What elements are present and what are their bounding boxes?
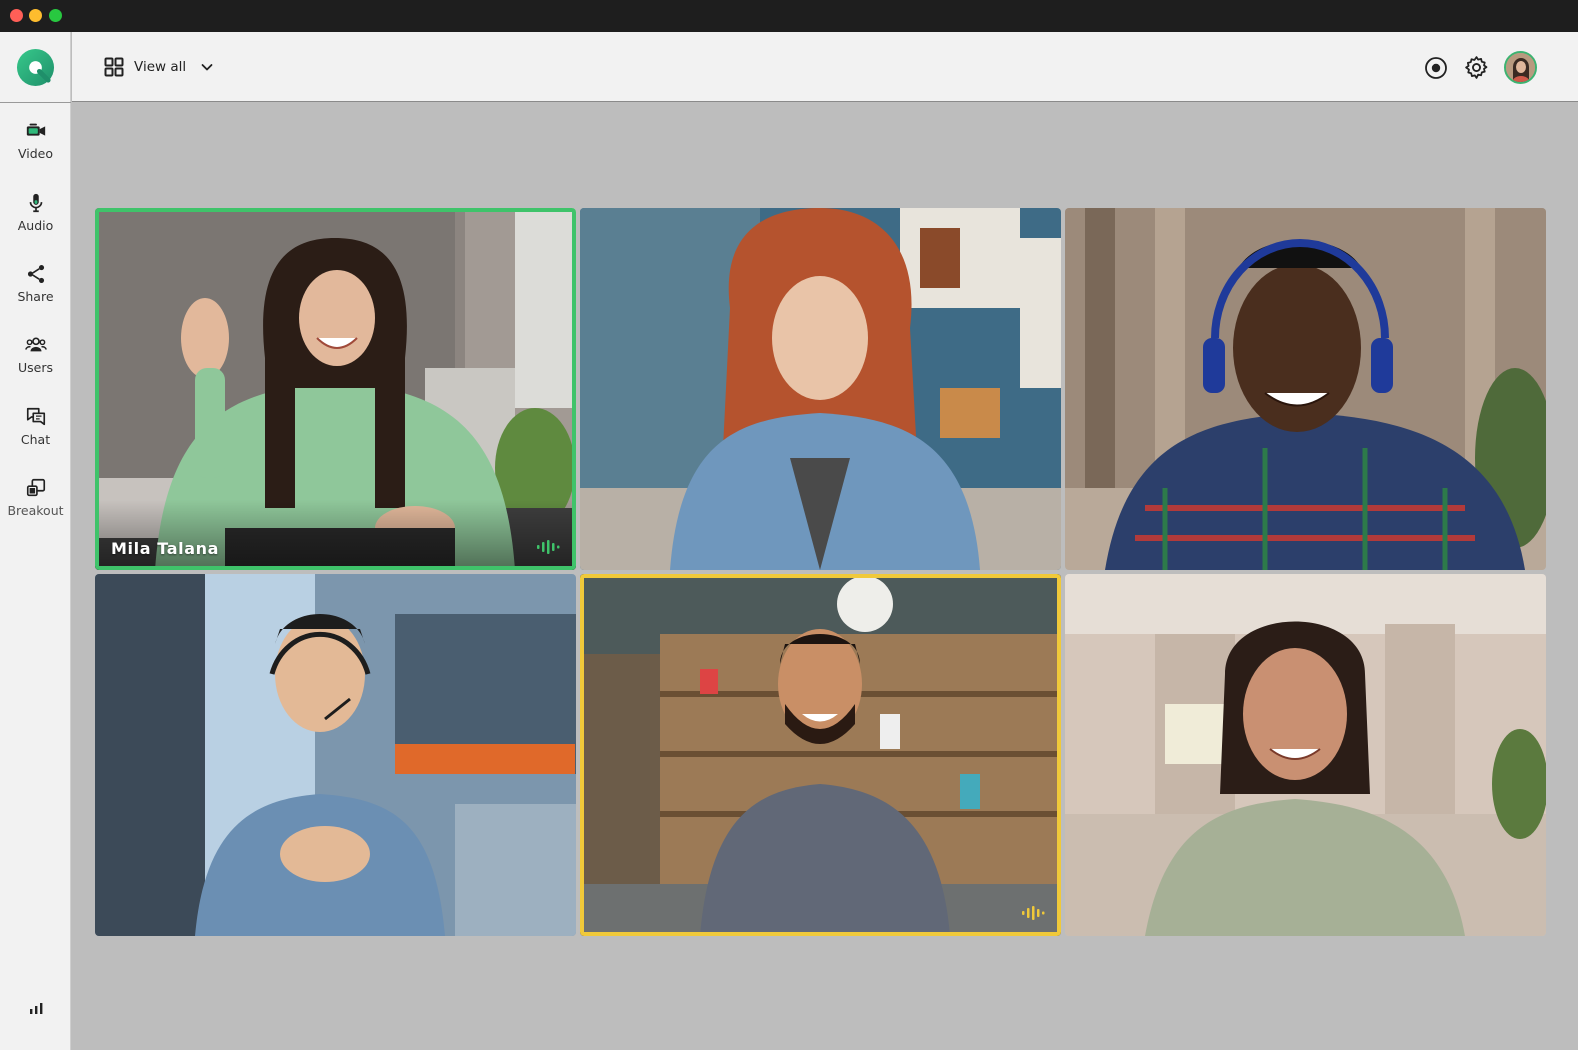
participant-video-feed — [1065, 574, 1546, 936]
sidebar-item-share[interactable]: Share — [0, 263, 71, 327]
video-grid: Mila Talana — [72, 103, 1578, 1050]
sidebar: Video Audio Share Users Chat Breakout — [0, 32, 71, 1050]
chat-icon — [26, 407, 45, 426]
top-toolbar: View all — [72, 32, 1578, 102]
gear-icon[interactable] — [1464, 55, 1489, 80]
name-overlay-gradient — [95, 500, 576, 570]
participant-video-feed — [580, 208, 1061, 570]
avatar-portrait-icon — [1506, 53, 1535, 82]
view-mode-dropdown[interactable]: View all — [104, 54, 214, 80]
participant-tile[interactable] — [1065, 208, 1546, 570]
participant-tile[interactable] — [95, 574, 576, 936]
participant-tile[interactable] — [580, 574, 1061, 936]
participant-tile[interactable]: Mila Talana — [95, 208, 576, 570]
sidebar-item-video[interactable]: Video — [0, 120, 71, 184]
sidebar-divider — [0, 102, 71, 103]
participant-video-feed — [95, 574, 576, 936]
video-camera-icon — [26, 123, 45, 136]
participant-tile[interactable] — [580, 208, 1061, 570]
audio-waveform-icon — [1022, 906, 1045, 920]
sidebar-item-label: Chat — [20, 432, 51, 447]
grid-view-icon — [104, 57, 124, 77]
window-titlebar — [0, 0, 1578, 32]
participant-video-feed — [1065, 208, 1546, 570]
sidebar-item-users[interactable]: Users — [0, 334, 71, 398]
zoom-window-button[interactable] — [49, 9, 62, 22]
close-window-button[interactable] — [10, 9, 23, 22]
sidebar-item-audio[interactable]: Audio — [0, 192, 71, 256]
chevron-down-icon — [201, 64, 213, 71]
breakout-icon — [26, 478, 45, 497]
app-logo-icon[interactable] — [16, 48, 55, 87]
minimize-window-button[interactable] — [29, 9, 42, 22]
participant-video-feed — [580, 574, 1061, 936]
sidebar-item-label: Video — [17, 146, 54, 161]
participant-name: Mila Talana — [111, 539, 219, 558]
sidebar-item-chat[interactable]: Chat — [0, 406, 71, 470]
signal-stats-icon[interactable] — [26, 998, 46, 1018]
users-icon — [24, 337, 47, 352]
view-mode-label: View all — [134, 59, 187, 75]
participant-tile[interactable] — [1065, 574, 1546, 936]
record-icon[interactable] — [1424, 56, 1448, 80]
sidebar-item-label: Audio — [17, 218, 54, 233]
sidebar-item-breakout[interactable]: Breakout — [0, 477, 71, 541]
sidebar-item-label: Breakout — [7, 503, 64, 518]
sidebar-item-label: Share — [17, 289, 54, 304]
share-icon — [27, 265, 44, 283]
user-avatar[interactable] — [1504, 51, 1537, 84]
microphone-icon — [29, 193, 42, 213]
sidebar-item-label: Users — [17, 360, 53, 375]
audio-waveform-icon — [537, 540, 560, 554]
